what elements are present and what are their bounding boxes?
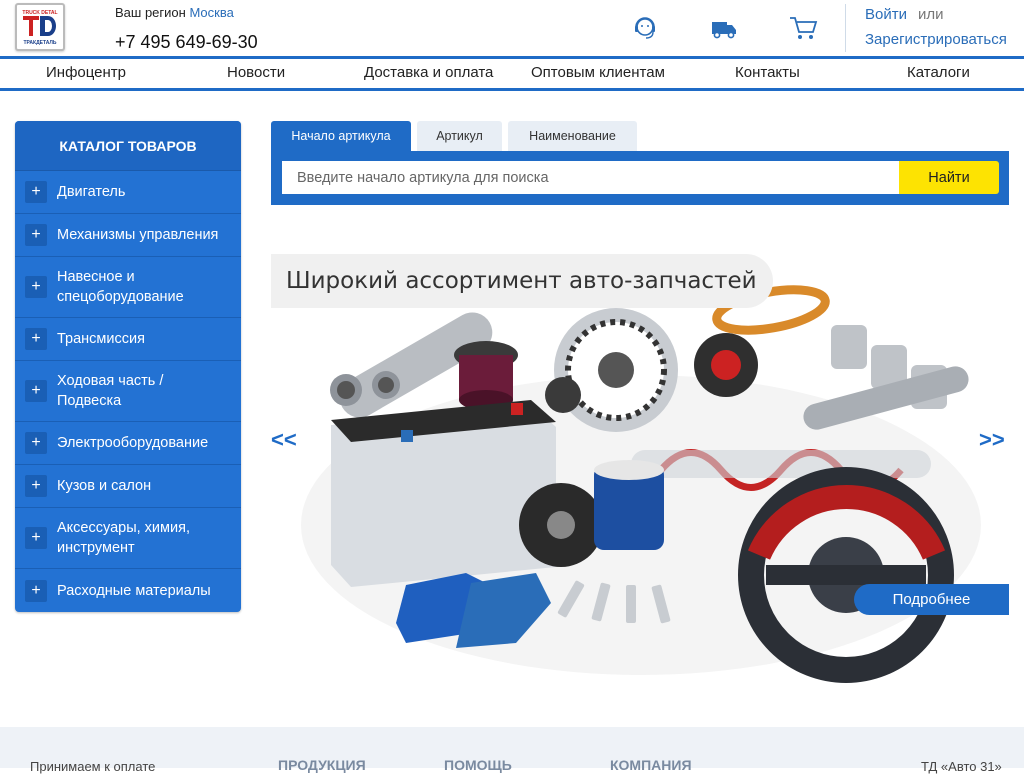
footer-products-heading: ПРОДУКЦИЯ [278,757,366,773]
catalog-item-body[interactable]: + Кузов и салон [15,465,241,508]
catalog-item-label-line: спецоборудование [57,289,184,305]
catalog-sidebar: КАТАЛОГ ТОВАРОВ + Двигатель + Механизмы … [15,121,241,612]
plus-icon[interactable]: + [25,224,47,246]
svg-text:TRUCK DETAL: TRUCK DETAL [22,10,57,16]
catalog-item-attachments[interactable]: + Навесное и спецоборудование [15,257,241,318]
phone-number[interactable]: +7 495 649-69-30 [115,32,258,53]
main-nav: Инфоцентр Новости Доставка и оплата Опто… [0,56,1024,91]
support-headset-icon[interactable] [630,13,660,43]
catalog-item-transmission[interactable]: + Трансмиссия [15,318,241,361]
plus-icon[interactable]: + [25,276,47,298]
nav-item-delivery[interactable]: Доставка и оплата [364,64,493,81]
region-city-link[interactable]: Москва [189,5,233,20]
site-logo[interactable]: TRUCK DETAL ТРАКДЕТАЛЬ [15,3,65,51]
or-text: или [918,6,944,23]
catalog-item-label: Трансмиссия [57,331,145,347]
register-link[interactable]: Зарегистрироваться [865,31,1007,48]
catalog-item-label: Кузов и салон [57,478,152,494]
region-label: Ваш регион [115,5,186,20]
footer-help-heading: ПОМОЩЬ [444,757,512,773]
footer-copyright: ТД «Авто 31» [921,759,1002,774]
slider-next-button[interactable]: >> [979,427,1005,453]
footer-company-heading: КОМПАНИЯ [610,757,692,773]
plus-icon[interactable]: + [25,527,47,549]
catalog-item-label: Двигатель [57,184,126,200]
plus-icon[interactable]: + [25,181,47,203]
slide-caption: Широкий ассортимент авто-запчастей [271,254,773,308]
header: TRUCK DETAL ТРАКДЕТАЛЬ Ваш регион Москва… [0,0,1024,55]
nav-item-wholesale[interactable]: Оптовым клиентам [531,64,665,81]
tab-name[interactable]: Наименование [508,121,637,151]
nav-item-news[interactable]: Новости [227,64,285,81]
region-selector[interactable]: Ваш регион Москва [115,5,234,20]
catalog-item-label: Навесное и спецоборудование [57,267,184,307]
catalog-item-label: Аксессуары, химия, инструмент [57,518,190,558]
plus-icon[interactable]: + [25,475,47,497]
plus-icon[interactable]: + [25,328,47,350]
catalog-item-label-line: Ходовая часть / [57,373,164,389]
catalog-item-label: Механизмы управления [57,227,219,243]
search-bar: Найти [271,151,1009,205]
footer: Принимаем к оплате ПРОДУКЦИЯ ПОМОЩЬ КОМП… [0,727,1024,774]
auth-divider [845,4,846,52]
svg-text:ТРАКДЕТАЛЬ: ТРАКДЕТАЛЬ [23,40,56,46]
catalog-item-label: Электрооборудование [57,435,209,451]
search-button[interactable]: Найти [899,161,999,194]
search-input[interactable] [282,161,899,194]
footer-payment-text: Принимаем к оплате [30,759,156,774]
nav-item-infocenter[interactable]: Инфоцентр [46,64,126,81]
catalog-item-engine[interactable]: + Двигатель [15,171,241,214]
nav-item-contacts[interactable]: Контакты [735,64,800,81]
catalog-item-label-line: Подвеска [57,393,122,409]
catalog-item-label-line: Аксессуары, химия, [57,520,190,536]
catalog-item-electrical[interactable]: + Электрооборудование [15,422,241,465]
catalog-item-label-line: Навесное и [57,269,135,285]
nav-item-catalogs[interactable]: Каталоги [907,64,970,81]
catalog-item-consumables[interactable]: + Расходные материалы [15,569,241,612]
catalog-item-label: Расходные материалы [57,582,211,599]
tab-article-start[interactable]: Начало артикула [271,121,411,151]
plus-icon[interactable]: + [25,579,47,602]
tab-article[interactable]: Артикул [417,121,502,151]
login-link[interactable]: Войти [865,6,907,23]
cart-icon[interactable] [788,13,818,43]
more-details-button[interactable]: Подробнее [854,584,1009,615]
promo-slider: Широкий ассортимент авто-запчастей << >>… [271,225,1009,685]
catalog-item-label-line: инструмент [57,540,135,556]
catalog-item-suspension[interactable]: + Ходовая часть / Подвеска [15,361,241,422]
catalog-item-label: Ходовая часть / Подвеска [57,371,163,411]
catalog-item-steering[interactable]: + Механизмы управления [15,214,241,257]
catalog-title: КАТАЛОГ ТОВАРОВ [15,121,241,171]
catalog-item-accessories[interactable]: + Аксессуары, химия, инструмент [15,508,241,569]
plus-icon[interactable]: + [25,432,47,454]
delivery-truck-icon[interactable] [709,13,739,43]
plus-icon[interactable]: + [25,380,47,402]
slider-prev-button[interactable]: << [271,427,297,453]
